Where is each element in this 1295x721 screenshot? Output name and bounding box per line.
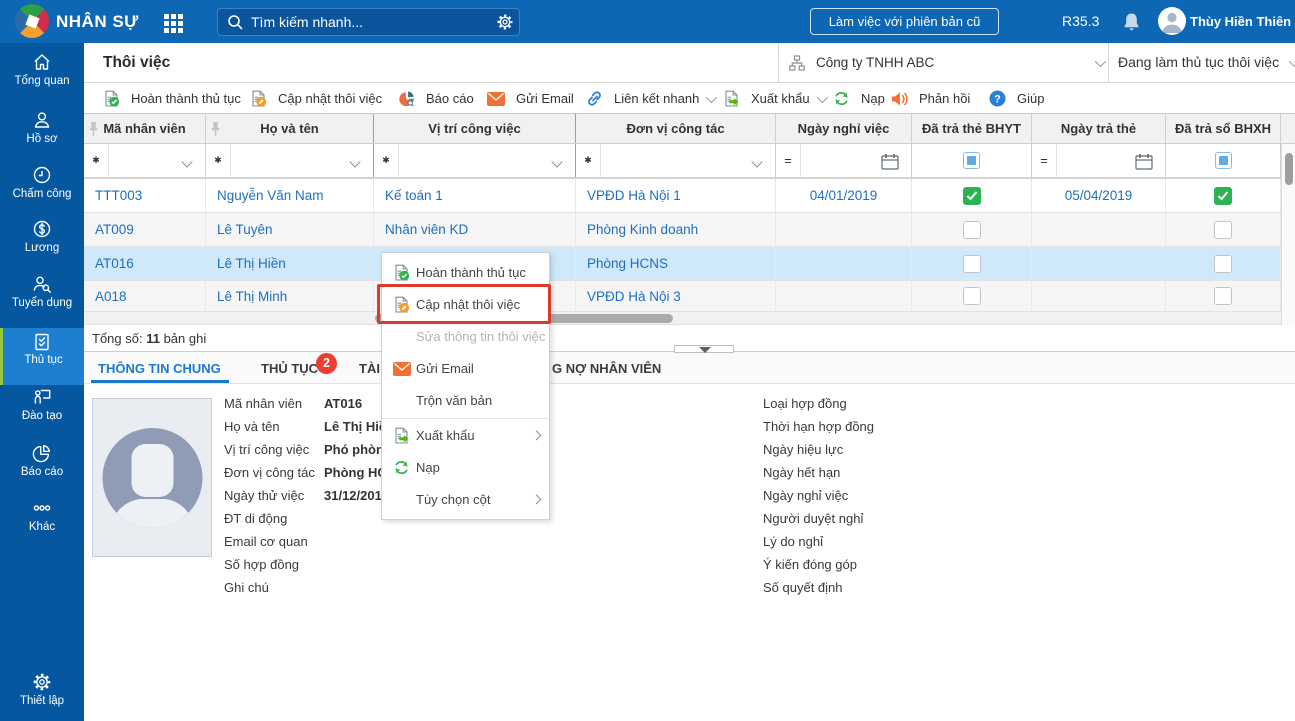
svg-text:?: ?: [994, 94, 1001, 106]
